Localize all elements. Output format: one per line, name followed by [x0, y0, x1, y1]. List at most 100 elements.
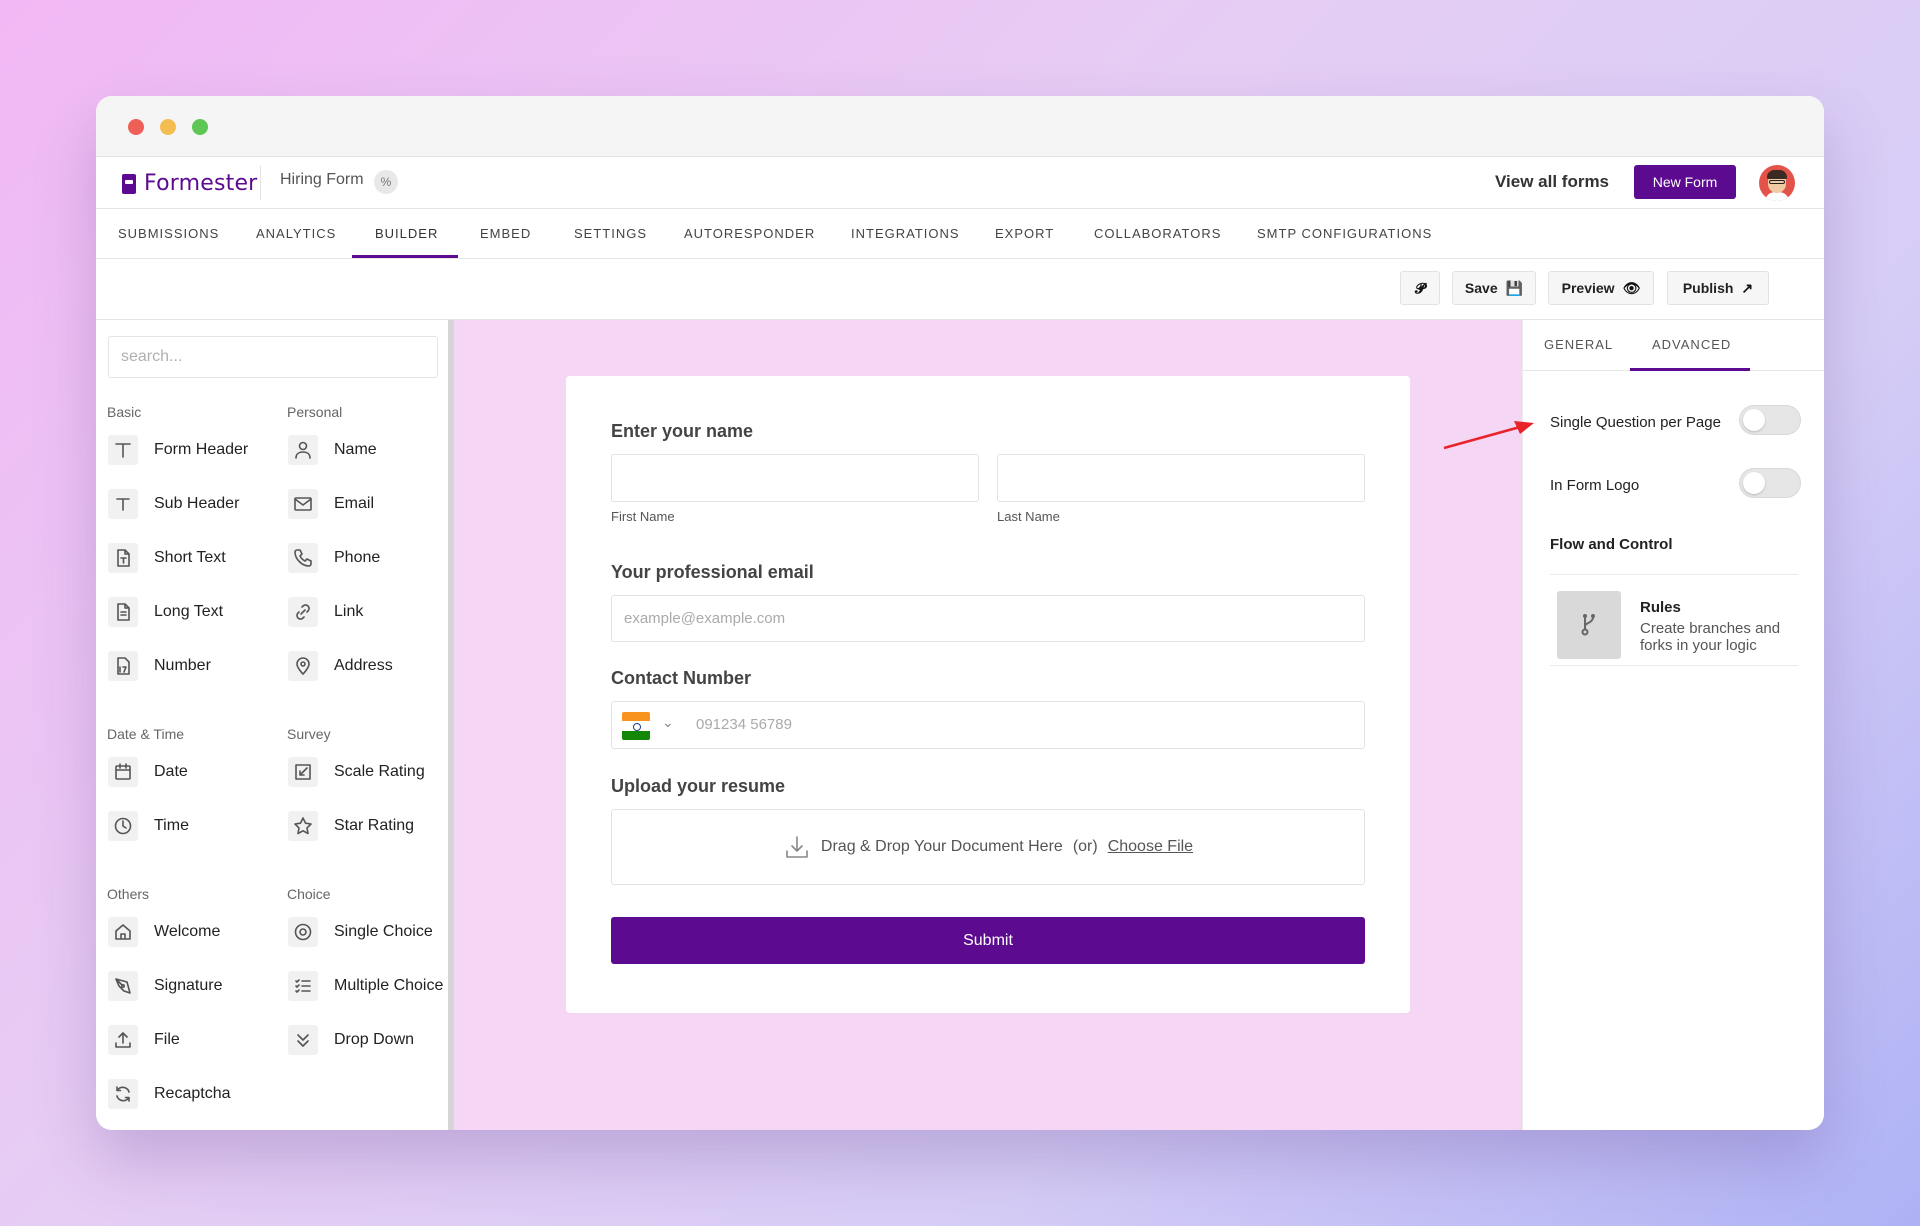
save-label: Save — [1464, 280, 1498, 296]
form-name[interactable]: Hiring Form — [280, 171, 364, 189]
tab-settings[interactable]: SETTINGS — [574, 226, 647, 241]
field-form-header[interactable]: Form Header — [108, 433, 248, 467]
tab-advanced[interactable]: ADVANCED — [1652, 337, 1731, 352]
india-flag-icon[interactable] — [622, 712, 650, 740]
mail-icon — [288, 489, 318, 519]
avatar[interactable] — [1759, 165, 1795, 201]
field-file[interactable]: File — [108, 1023, 180, 1057]
field-single-choice[interactable]: Single Choice — [288, 915, 433, 949]
maximize-window-button[interactable] — [192, 119, 208, 135]
field-signature[interactable]: Signature — [108, 969, 223, 1003]
tab-collaborators[interactable]: COLLABORATORS — [1094, 226, 1221, 241]
field-label: Email — [334, 495, 375, 512]
file-dropzone[interactable]: Drag & Drop Your Document Here (or) Choo… — [611, 809, 1365, 885]
field-label: Phone — [334, 549, 381, 566]
avatar-glasses — [1769, 180, 1785, 184]
active-tab-indicator — [352, 255, 458, 258]
field-time[interactable]: Time — [108, 809, 189, 843]
last-name-input[interactable] — [997, 454, 1365, 502]
location-pin-icon — [288, 651, 318, 681]
tab-smtp-configurations[interactable]: SMTP CONFIGURATIONS — [1257, 226, 1432, 241]
tab-submissions[interactable]: SUBMISSIONS — [118, 226, 219, 241]
field-sub-header[interactable]: Sub Header — [108, 487, 239, 521]
publish-button[interactable]: Publish ↗ — [1667, 271, 1769, 305]
field-multiple-choice[interactable]: Multiple Choice — [288, 969, 443, 1003]
field-long-text[interactable]: Long Text — [108, 595, 223, 629]
email-input[interactable]: example@example.com — [611, 595, 1365, 642]
download-icon — [786, 836, 808, 858]
tab-autoresponder[interactable]: AUTORESPONDER — [684, 226, 815, 241]
section-basic: Basic — [107, 404, 142, 420]
dropzone-text: Drag & Drop Your Document Here — [820, 838, 1063, 855]
logo[interactable]: Formester — [122, 171, 257, 196]
field-label: Single Choice — [334, 923, 433, 940]
main-tabs: SUBMISSIONS ANALYTICS BUILDER EMBED SETT… — [96, 209, 1824, 259]
preview-button[interactable]: Preview 👁 — [1548, 271, 1654, 305]
eye-icon: 👁 — [1622, 279, 1641, 296]
star-icon — [288, 811, 318, 841]
home-icon — [108, 917, 138, 947]
branch-button[interactable]: 𝓟 — [1400, 271, 1440, 305]
field-email[interactable]: Email — [288, 487, 374, 521]
divider — [260, 166, 261, 200]
first-name-input[interactable] — [611, 454, 979, 502]
tab-embed[interactable]: EMBED — [480, 226, 531, 241]
view-all-forms-link[interactable]: View all forms — [1495, 172, 1609, 192]
field-name[interactable]: Name — [288, 433, 377, 467]
field-label: Date — [154, 763, 188, 780]
dropzone-or: (or) — [1072, 838, 1098, 855]
save-button[interactable]: Save 💾 — [1452, 271, 1536, 305]
field-number[interactable]: Number — [108, 649, 211, 683]
rules-card[interactable]: Rules Create branches and forks in your … — [1550, 582, 1798, 666]
field-address[interactable]: Address — [288, 649, 393, 683]
phone-input[interactable]: ⌄ 091234 56789 — [611, 701, 1365, 749]
field-date[interactable]: Date — [108, 755, 188, 789]
last-name-label: Last Name — [997, 509, 1060, 524]
checklist-icon — [288, 971, 318, 1001]
flow-control-heading: Flow and Control — [1550, 536, 1673, 553]
name-question-label: Enter your name — [611, 421, 754, 441]
field-label: Multiple Choice — [334, 977, 444, 994]
field-welcome[interactable]: Welcome — [108, 915, 220, 949]
app-header: Formester Hiring Form % View all forms N… — [96, 157, 1824, 209]
section-choice: Choice — [287, 886, 331, 902]
minimize-window-button[interactable] — [160, 119, 176, 135]
field-phone[interactable]: Phone — [288, 541, 380, 575]
rules-description: Create branches and forks in your logic — [1640, 620, 1781, 654]
divider — [1550, 574, 1798, 575]
logo-icon — [122, 173, 136, 194]
field-label: Drop Down — [334, 1031, 415, 1048]
in-form-logo-label: In Form Logo — [1550, 477, 1640, 494]
close-window-button[interactable] — [128, 119, 144, 135]
phone-icon — [288, 543, 318, 573]
field-label: Name — [334, 441, 377, 458]
search-input[interactable] — [108, 336, 438, 378]
panel-tabs: GENERAL ADVANCED — [1523, 320, 1824, 371]
new-form-button[interactable]: New Form — [1634, 165, 1736, 199]
field-drop-down[interactable]: Drop Down — [288, 1023, 414, 1057]
tab-analytics[interactable]: ANALYTICS — [256, 226, 336, 241]
field-star-rating[interactable]: Star Rating — [288, 809, 414, 843]
in-form-logo-toggle[interactable] — [1739, 468, 1801, 498]
link-icon[interactable]: % — [374, 170, 398, 194]
single-question-toggle[interactable] — [1739, 405, 1801, 435]
field-scale-rating[interactable]: Scale Rating — [288, 755, 425, 789]
tab-builder[interactable]: BUILDER — [375, 226, 438, 241]
text-icon — [108, 489, 138, 519]
calendar-icon — [108, 757, 138, 787]
field-link[interactable]: Link — [288, 595, 363, 629]
chevron-down-icon[interactable]: ⌄ — [662, 714, 674, 731]
field-recaptcha[interactable]: Recaptcha — [108, 1077, 231, 1111]
submit-button[interactable]: Submit — [611, 917, 1365, 964]
link-icon — [288, 597, 318, 627]
tab-export[interactable]: EXPORT — [995, 226, 1054, 241]
field-label: Scale Rating — [334, 763, 425, 780]
field-short-text[interactable]: Short Text — [108, 541, 226, 575]
field-label: Number — [154, 657, 211, 674]
tab-general[interactable]: GENERAL — [1544, 337, 1613, 352]
tab-integrations[interactable]: INTEGRATIONS — [851, 226, 960, 241]
choose-file-link[interactable]: Choose File — [1108, 838, 1193, 856]
logo-text: Formester — [144, 171, 258, 196]
scale-icon — [288, 757, 318, 787]
email-question-label: Your professional email — [611, 562, 814, 582]
